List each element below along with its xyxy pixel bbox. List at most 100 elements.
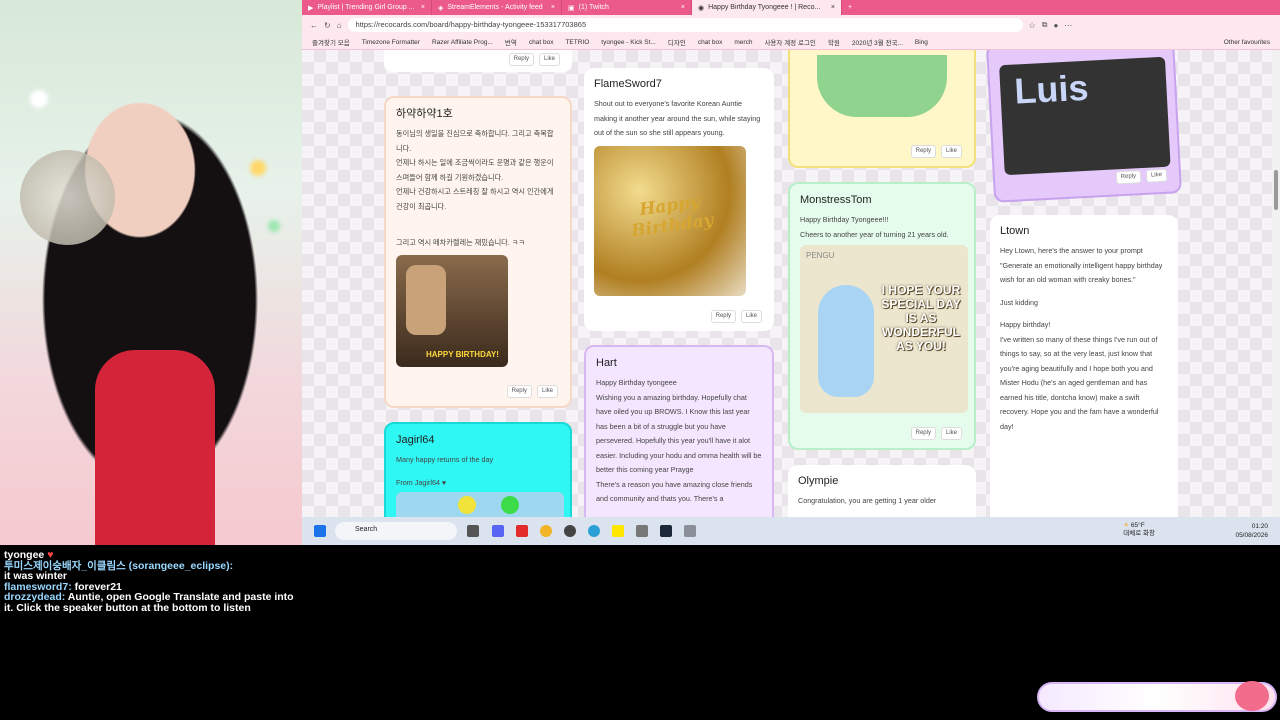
close-icon[interactable]: × — [681, 4, 685, 11]
chat-message: drozzydead: Auntie, open Google Translat… — [4, 592, 294, 613]
close-icon[interactable]: × — [421, 4, 425, 11]
card-actions: Reply Like — [910, 427, 962, 440]
card-text: Hey Ltown, here's the answer to your pro… — [1000, 246, 1163, 284]
twitch-icon: ▣ — [568, 4, 575, 12]
bookmark-item[interactable]: Razer Affiliate Prog... — [432, 39, 493, 46]
clock-time: 01:20 — [1251, 523, 1268, 530]
card-image: Luis — [999, 56, 1171, 176]
bookmark-item[interactable]: 번역 — [505, 37, 517, 47]
weather-temp: 65°F — [1130, 522, 1145, 529]
steam-icon[interactable] — [660, 525, 672, 537]
close-icon[interactable]: × — [551, 4, 555, 11]
url-field[interactable]: https://recocards.com/board/happy-birthd… — [347, 18, 1023, 32]
profile-icon[interactable]: ● — [1053, 21, 1058, 30]
sun-icon: ☀ — [1123, 522, 1130, 529]
tab-playlist[interactable]: ▶ Playlist | Trending Girl Group ... × — [302, 0, 432, 15]
app-icon[interactable] — [636, 525, 648, 537]
card-text: From Jagirl64 ♥ — [396, 477, 447, 487]
tab-recocards[interactable]: ◉ Happy Birthday Tyongeee ! | Reco... × — [692, 0, 842, 15]
card-actions: Reply Like — [506, 385, 558, 398]
weather-widget[interactable]: ☀ 65°F 대체로 화창 — [1123, 522, 1155, 538]
app-icon[interactable] — [516, 525, 528, 537]
kakaotalk-icon[interactable] — [612, 525, 624, 537]
weather-desc: 대체로 화창 — [1123, 530, 1155, 537]
reply-button[interactable]: Reply — [506, 385, 532, 398]
reload-icon[interactable]: ↻ — [324, 21, 331, 30]
card-author: FlameSword7 — [594, 78, 662, 90]
image-caption: Luis — [1013, 66, 1090, 112]
bookmark-item[interactable]: 학원 — [828, 37, 840, 47]
like-button[interactable]: Like — [1145, 168, 1168, 183]
card-image — [396, 492, 564, 517]
bookmark-item[interactable]: chat box — [529, 39, 554, 46]
bookmark-item[interactable]: chat box — [698, 39, 723, 46]
obs-icon[interactable] — [564, 525, 576, 537]
like-button[interactable]: Like — [538, 53, 560, 66]
card-text: Cheers to another year of turning 21 yea… — [800, 229, 949, 239]
tab-strip: ▶ Playlist | Trending Girl Group ... × ◈ St… — [302, 0, 1280, 15]
chat-message: 투미스제이숭배자_이클림스 (sorangeee_eclipse): it was… — [4, 560, 294, 582]
mascot-icon — [1235, 681, 1269, 711]
card-luis: Luis Reply Like — [985, 50, 1183, 203]
reply-button[interactable]: Reply — [910, 427, 936, 440]
reply-button[interactable]: Reply — [1115, 170, 1142, 185]
reply-button[interactable]: Reply — [508, 53, 534, 66]
new-tab-button[interactable]: + — [842, 0, 866, 15]
dragon-image — [817, 55, 947, 117]
bookmark-item[interactable]: Other favourites — [1224, 39, 1270, 46]
extensions-icon[interactable]: ⧉ — [1042, 20, 1048, 30]
taskview-icon[interactable] — [467, 525, 479, 537]
like-button[interactable]: Like — [940, 145, 962, 158]
bookmark-item[interactable]: Bing — [915, 39, 928, 46]
close-icon[interactable]: × — [831, 4, 835, 11]
microphone — [20, 150, 115, 245]
edge-icon[interactable] — [588, 525, 600, 537]
card-author: MonstressTom — [800, 194, 872, 206]
app-icon[interactable] — [684, 525, 696, 537]
bookmark-item[interactable]: 즐겨찾기 모음 — [312, 37, 350, 47]
image-brand: PENGU — [806, 251, 835, 260]
tab-streamelements[interactable]: ◈ StreamElements - Activity feed × — [432, 0, 562, 15]
favorite-star-icon[interactable]: ☆ — [1029, 21, 1036, 30]
card-text: Happy Birthday Tyongeee!!! — [800, 215, 889, 224]
bookmark-item[interactable]: 2020년 3월 전국... — [852, 37, 903, 47]
card-text: Wishing you a amazing birthday. Hopefull… — [596, 392, 762, 475]
bookmark-item[interactable]: tyongee - Kick St... — [601, 39, 656, 46]
taskbar-search[interactable]: Search — [335, 522, 457, 540]
card-text: Happy Birthday tyongeee — [596, 378, 677, 387]
card-text: Congratulation, you are getting 1 year o… — [798, 496, 937, 505]
discord-icon[interactable] — [492, 525, 504, 537]
card-hart: Hart Happy Birthday tyongeee Wishing you… — [584, 345, 774, 517]
bookmark-item[interactable]: Timezone Formatter — [362, 39, 420, 46]
card-text: Happy birthday! — [1000, 320, 1051, 329]
more-menu-icon[interactable]: ⋯ — [1064, 21, 1072, 30]
reply-button[interactable]: Reply — [710, 310, 736, 323]
card-actions: Reply Like — [1115, 168, 1168, 185]
card-actions: Reply Like — [710, 310, 762, 323]
tab-twitch[interactable]: ▣ (1) Twitch × — [562, 0, 692, 15]
system-clock[interactable]: 01:20 05/08/2026 — [1235, 522, 1268, 540]
like-button[interactable]: Like — [740, 310, 762, 323]
card-korean: 하약하약1호 동이님의 생일을 진심으로 축하합니다. 그리고 축복합니다. 언… — [384, 96, 572, 408]
like-button[interactable]: Like — [940, 427, 962, 440]
streamelements-icon: ◈ — [438, 4, 444, 12]
card-text: Just kidding — [1000, 297, 1038, 307]
bookmark-item[interactable]: TETRIO — [565, 39, 589, 46]
chrome-icon[interactable] — [540, 525, 552, 537]
home-icon[interactable]: ⌂ — [337, 21, 342, 30]
like-button[interactable]: Like — [536, 385, 558, 398]
reply-button[interactable]: Reply — [910, 145, 936, 158]
browser-window: ▶ Playlist | Trending Girl Group ... × ◈ St… — [302, 0, 1280, 545]
recocards-board: Reply Like 하약하약1호 동이님의 생일을 진심으로 축하합니다. 그… — [302, 50, 1272, 517]
page-scrollbar[interactable] — [1272, 50, 1280, 517]
bookmark-item[interactable]: merch — [734, 39, 752, 46]
scrollbar-thumb[interactable] — [1274, 170, 1278, 210]
start-icon[interactable] — [314, 525, 326, 537]
back-icon[interactable]: ← — [310, 21, 318, 30]
bookmark-item[interactable]: 사용자 계정 로그인 — [764, 37, 815, 47]
gif-caption: HAPPY BIRTHDAY! — [426, 349, 499, 359]
bookmark-item[interactable]: 디자인 — [668, 37, 686, 47]
card-author: Jagirl64 — [396, 434, 435, 446]
card-author: 하약하약1호 — [396, 108, 453, 120]
pengu-image: PENGU I HOPE YOUR SPECIAL DAY IS AS WOND… — [800, 245, 968, 413]
